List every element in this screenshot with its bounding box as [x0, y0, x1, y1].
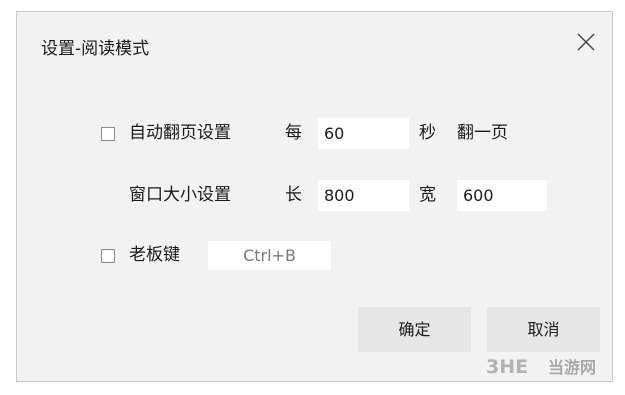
width-label: 宽 [419, 185, 436, 205]
close-button[interactable] [574, 30, 598, 54]
seconds-unit-label: 秒 [419, 123, 436, 143]
settings-dialog: 设置-阅读模式 自动翻页设置 每 秒 翻一页 窗口大小设置 长 宽 老板键 Ct… [16, 11, 613, 382]
page-turn-label: 翻一页 [457, 123, 508, 143]
watermark-text: 当游网 [548, 358, 597, 377]
window-width-input[interactable] [457, 180, 547, 211]
watermark: 3HE 当游网 [486, 353, 596, 379]
close-icon [577, 33, 595, 51]
auto-page-checkbox[interactable] [101, 127, 115, 141]
cancel-button[interactable]: 取消 [487, 307, 600, 352]
svg-text:3HE: 3HE [486, 356, 528, 377]
window-length-input[interactable] [318, 180, 409, 211]
every-label: 每 [285, 123, 302, 143]
boss-key-label: 老板键 [129, 245, 180, 265]
window-size-label: 窗口大小设置 [129, 185, 231, 205]
auto-page-label: 自动翻页设置 [129, 123, 231, 143]
length-label: 长 [285, 185, 302, 205]
boss-key-hotkey-field[interactable]: Ctrl+B [208, 241, 331, 270]
watermark-logo-icon: 3HE [486, 356, 528, 377]
auto-page-seconds-input[interactable] [318, 118, 409, 149]
ok-button[interactable]: 确定 [358, 307, 471, 352]
boss-key-checkbox[interactable] [101, 249, 115, 263]
dialog-title: 设置-阅读模式 [41, 39, 150, 59]
